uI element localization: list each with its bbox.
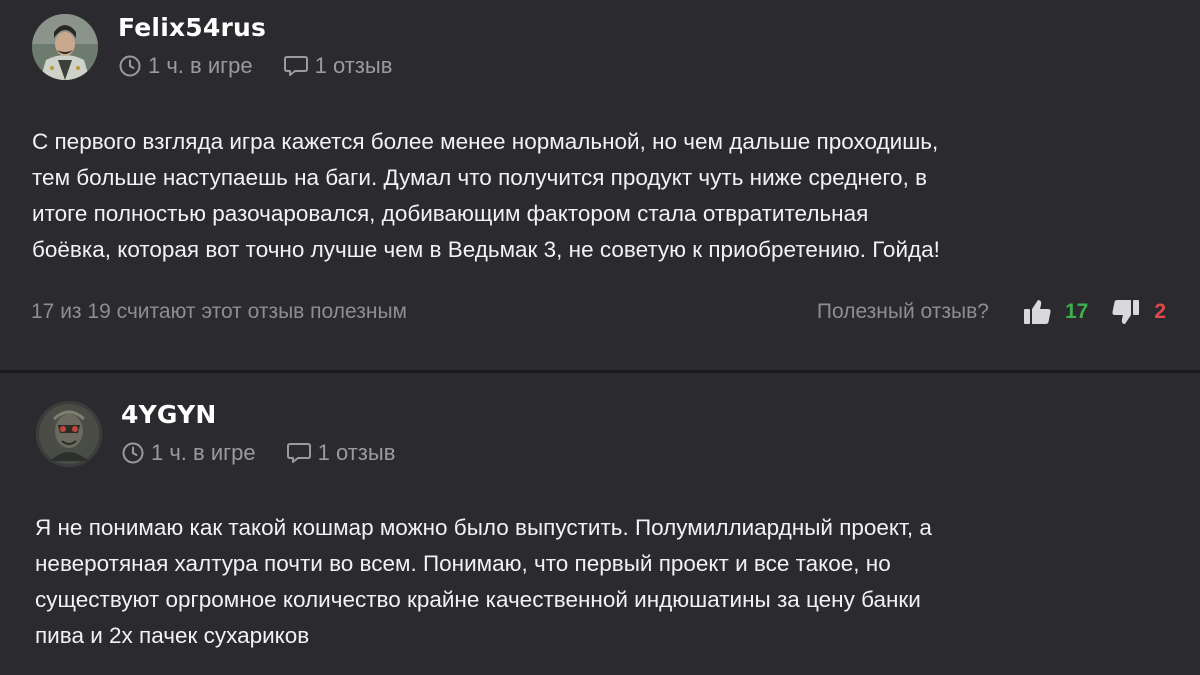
username[interactable]: Felix54rus xyxy=(118,13,266,42)
clock-icon xyxy=(121,441,145,465)
review-text-line: неверотяная халтура почти во всем. Поним… xyxy=(35,551,891,576)
vote-block: Полезный отзыв? 17 2 xyxy=(817,298,1166,326)
review-card: Felix54rus 1 ч. в игре 1 отзыв С первого… xyxy=(0,0,1200,370)
thumbs-down-icon[interactable] xyxy=(1110,298,1140,326)
review-text-line: итоге полностью разочаровался, добивающи… xyxy=(32,201,869,226)
likes-count: 17 xyxy=(1064,300,1089,323)
username[interactable]: 4YGYN xyxy=(121,400,217,429)
review-meta: 1 ч. в игре 1 отзыв xyxy=(121,440,395,466)
helpful-question: Полезный отзыв? xyxy=(816,300,989,323)
review-text-line: существуют оргромное количество крайне к… xyxy=(35,587,921,612)
avatar[interactable] xyxy=(32,14,98,80)
review-meta: 1 ч. в игре 1 отзыв xyxy=(118,53,392,79)
playtime: 1 ч. в игре xyxy=(151,440,256,465)
reviews-count[interactable]: 1 отзыв xyxy=(318,440,396,466)
playtime: 1 ч. в игре xyxy=(148,53,253,78)
review-text-line: пива и 2х пачек сухариков xyxy=(35,623,310,648)
helpful-summary: 17 из 19 считают этот отзыв полезным xyxy=(31,300,407,323)
thumbs-up-icon[interactable] xyxy=(1023,298,1053,326)
comment-icon xyxy=(286,441,312,465)
review-text-line: Я не понимаю как такой кошмар можно было… xyxy=(35,515,932,540)
review-card: 4YGYN 1 ч. в игре 1 отзыв Я не понимаю к… xyxy=(0,373,1200,675)
comment-icon xyxy=(283,54,309,78)
review-text-line: тем больше наступаешь на баги. Думал что… xyxy=(32,165,928,190)
dislikes-count: 2 xyxy=(1154,300,1166,323)
reviews-count[interactable]: 1 отзыв xyxy=(315,53,393,79)
review-text: С первого взгляда игра кажется более мен… xyxy=(32,124,940,268)
review-text-line: С первого взгляда игра кажется более мен… xyxy=(32,129,939,154)
review-text: Я не понимаю как такой кошмар можно было… xyxy=(35,510,932,654)
clock-icon xyxy=(118,54,142,78)
avatar[interactable] xyxy=(36,401,102,467)
review-text-line: боёвка, которая вот точно лучше чем в Ве… xyxy=(32,237,940,262)
